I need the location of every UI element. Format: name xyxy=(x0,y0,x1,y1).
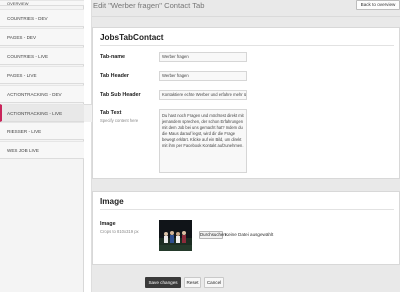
image-label: Image xyxy=(100,221,116,227)
sidebar-item-label: RIESSER - LIVE xyxy=(7,129,42,134)
save-changes-button[interactable]: Save changes xyxy=(145,277,181,288)
back-to-overview-button[interactable]: Back to overview xyxy=(356,0,400,10)
sidebar-item-label: WES JOB LIVE xyxy=(7,148,39,153)
sidebar-gutter xyxy=(84,0,92,292)
sidebar-item-countries-live[interactable]: COUNTRIES - LIVE xyxy=(0,47,84,65)
tab-header-input[interactable]: Werber fragen xyxy=(159,71,247,81)
sidebar-item-label: OVERVIEW xyxy=(7,1,29,6)
sidebar-item-label: ACTIONTRACKING - LIVE xyxy=(7,111,63,116)
image-hint: Crops to 810x319 px xyxy=(100,229,139,234)
sidebar: OVERVIEW COUNTRIES - DEV PAGES - DEV COU… xyxy=(0,0,84,292)
tab-text-textarea[interactable]: Du hast noch Fragen und möchtest direkt … xyxy=(159,109,247,173)
sidebar-item-countries-dev[interactable]: COUNTRIES - DEV xyxy=(0,9,84,27)
divider xyxy=(100,45,394,46)
page-title: Edit "Werber fragen" Contact Tab xyxy=(93,1,205,10)
panel-title: Image xyxy=(100,197,124,206)
tab-contact-panel: JobsTabContact Tab-name Werber fragen Ta… xyxy=(92,27,400,179)
sidebar-item-label: PAGES - LIVE xyxy=(7,73,37,78)
tab-name-label: Tab-name xyxy=(100,54,126,60)
image-thumbnail xyxy=(159,220,192,251)
sidebar-item-riesser-live[interactable]: RIESSER - LIVE xyxy=(0,122,84,140)
divider xyxy=(92,16,400,17)
file-status: Keine Datei ausgewählt xyxy=(225,232,274,237)
sidebar-item-actiontracking-live[interactable]: ACTIONTRACKING - LIVE xyxy=(0,104,84,122)
tab-text-hint: Specify content here xyxy=(100,118,139,123)
sidebar-item-pages-live[interactable]: PAGES - LIVE xyxy=(0,66,84,84)
sidebar-item-wes-job-live[interactable]: WES JOB LIVE xyxy=(0,141,84,159)
panel-title: JobsTabContact xyxy=(100,33,164,42)
tab-header-label: Tab Header xyxy=(100,73,129,79)
tab-sub-header-input[interactable]: Kontaktiere echte Werber und erfahre meh… xyxy=(159,90,247,100)
group-photo-icon xyxy=(159,220,192,251)
image-panel: Image Image Crops to 810x319 px Durchsuc… xyxy=(92,191,400,265)
sidebar-item-label: PAGES - DEV xyxy=(7,35,37,40)
sidebar-item-label: COUNTRIES - DEV xyxy=(7,16,48,21)
reset-button[interactable]: Reset xyxy=(184,277,201,288)
tab-name-input[interactable]: Werber fragen xyxy=(159,52,247,62)
divider xyxy=(100,209,394,210)
sidebar-item-label: ACTIONTRACKING - DEV xyxy=(7,92,62,97)
sidebar-item-overview[interactable]: OVERVIEW xyxy=(0,0,84,6)
browse-file-button[interactable]: Durchsuchen... xyxy=(199,231,230,239)
sidebar-item-label: COUNTRIES - LIVE xyxy=(7,54,49,59)
tab-text-label: Tab Text xyxy=(100,110,122,116)
main-content: Edit "Werber fragen" Contact Tab Back to… xyxy=(92,0,400,292)
tab-sub-header-label: Tab Sub Header xyxy=(100,92,141,98)
cancel-button[interactable]: Cancel xyxy=(204,277,224,288)
gutter-mark xyxy=(84,104,92,122)
sidebar-item-pages-dev[interactable]: PAGES - DEV xyxy=(0,28,84,46)
sidebar-item-actiontracking-dev[interactable]: ACTIONTRACKING - DEV xyxy=(0,85,84,103)
